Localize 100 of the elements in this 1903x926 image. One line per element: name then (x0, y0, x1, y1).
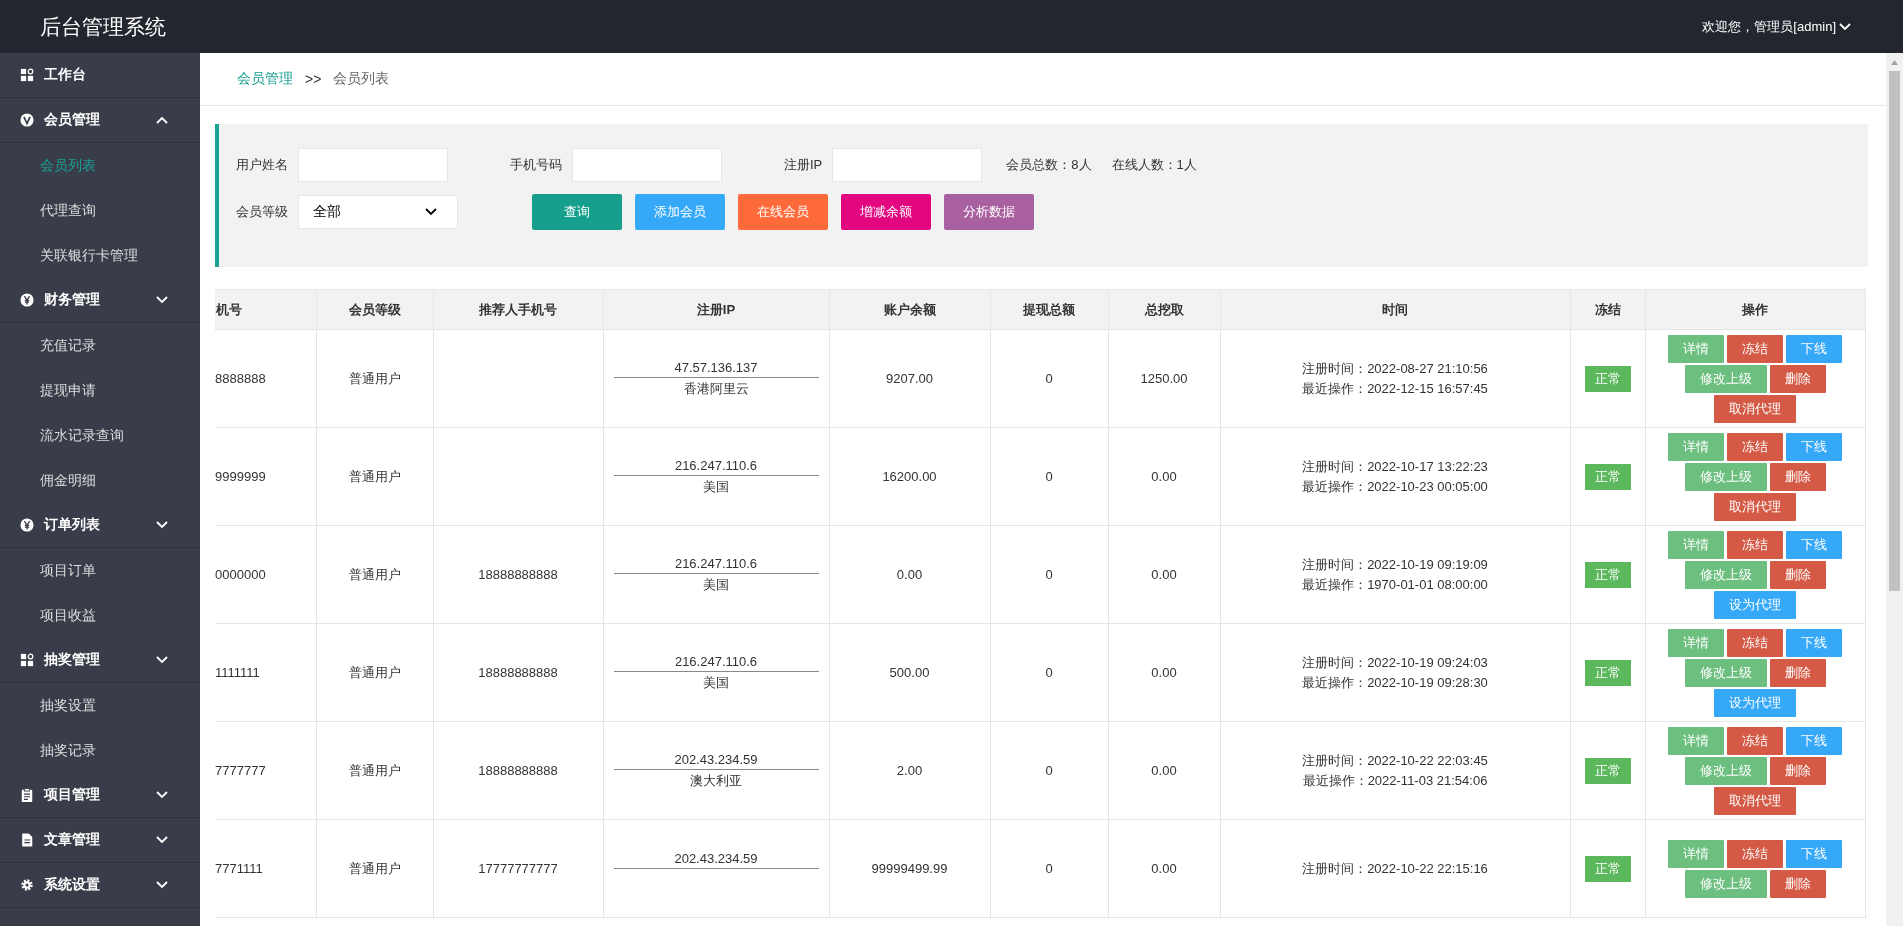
delete-button[interactable]: 删除 (1769, 462, 1826, 491)
offline-button[interactable]: 下线 (1786, 432, 1842, 461)
breadcrumb-item[interactable]: 会员管理 (237, 70, 293, 88)
user-menu[interactable]: 欢迎您，管理员[admin] (1702, 17, 1863, 36)
input-field[interactable] (832, 148, 983, 182)
search-button[interactable]: 查询 (532, 194, 622, 230)
delete-button[interactable]: 删除 (1769, 658, 1826, 687)
time-text: 最近操作：2022-10-23 00:05:00 (1302, 477, 1488, 496)
revoke-button[interactable]: 取消代理 (1714, 492, 1796, 521)
edit-button[interactable]: 修改上级 (1684, 869, 1767, 898)
freeze-button[interactable]: 冻结 (1727, 839, 1783, 868)
delete-button[interactable]: 删除 (1769, 756, 1826, 785)
freeze-button[interactable]: 冻结 (1727, 530, 1783, 559)
edit-button[interactable]: 修改上级 (1684, 756, 1767, 785)
assign-button[interactable]: 设为代理 (1714, 590, 1796, 619)
sidebar-subitem[interactable]: 充值记录 (0, 323, 200, 368)
freeze-button[interactable]: 冻结 (1727, 432, 1783, 461)
column-header: 机号 (215, 289, 316, 330)
detail-button[interactable]: 详情 (1668, 530, 1724, 559)
column-header: 提现总额 (990, 289, 1108, 330)
sidebar-subitem[interactable]: 抽奖记录 (0, 728, 200, 773)
sidebar-subitem[interactable]: 会员列表 (0, 143, 200, 188)
delete-button[interactable]: 删除 (1769, 560, 1826, 589)
edit-button[interactable]: 修改上级 (1684, 560, 1767, 589)
table-cell: 16200.00 (829, 427, 990, 526)
analyze-button[interactable]: 分析数据 (944, 194, 1034, 230)
detail-button[interactable]: 详情 (1668, 432, 1724, 461)
input-field[interactable] (298, 148, 448, 182)
status-badge: 正常 (1584, 365, 1631, 392)
time-text: 注册时间：2022-10-19 09:19:09 (1302, 555, 1488, 574)
offline-button[interactable]: 下线 (1786, 530, 1842, 559)
ip-text: 216.247.110.6 (613, 457, 819, 476)
ip-text: 47.57.136.137 (613, 359, 819, 378)
balance-button[interactable]: 增减余额 (841, 194, 931, 230)
input-field[interactable] (572, 148, 722, 182)
location-text: 香港阿里云 (683, 379, 749, 398)
field-label: 注册IP (784, 156, 823, 174)
add-button[interactable]: 添加会员 (635, 194, 725, 230)
table-cell: 9999999 (215, 427, 316, 526)
time-text: 注册时间：2022-10-17 13:22:23 (1302, 457, 1488, 476)
revoke-button[interactable]: 取消代理 (1714, 394, 1796, 423)
status-badge: 正常 (1584, 659, 1631, 686)
grid-icon (20, 653, 34, 667)
edit-button[interactable]: 修改上级 (1684, 462, 1767, 491)
status-badge: 正常 (1584, 757, 1631, 784)
ip-text: 202.43.234.59 (613, 751, 819, 770)
offline-button[interactable]: 下线 (1786, 628, 1842, 657)
sidebar-subitem[interactable]: 项目收益 (0, 593, 200, 638)
column-header: 推荐人手机号 (433, 289, 603, 330)
table-cell: 普通用户 (316, 329, 433, 428)
delete-button[interactable]: 删除 (1769, 869, 1826, 898)
breadcrumb-separator: >> (305, 71, 322, 87)
table-cell: 0 (990, 525, 1108, 624)
status-badge: 正常 (1584, 463, 1631, 490)
chevron-icon (156, 881, 168, 889)
freeze-button[interactable]: 冻结 (1727, 628, 1783, 657)
chevron-icon (156, 296, 168, 304)
edit-button[interactable]: 修改上级 (1684, 658, 1767, 687)
sidebar-subitem[interactable]: 项目订单 (0, 548, 200, 593)
offline-button[interactable]: 下线 (1786, 839, 1842, 868)
clipboard-icon (20, 788, 34, 802)
table-cell: 0.00 (1108, 623, 1220, 722)
sidebar-subitem[interactable]: 佣金明细 (0, 458, 200, 503)
table-cell: 0 (990, 721, 1108, 820)
freeze-button[interactable]: 冻结 (1727, 334, 1783, 363)
level-select[interactable]: 全部 (298, 195, 458, 229)
sidebar-subitem[interactable]: 关联银行卡管理 (0, 233, 200, 278)
detail-button[interactable]: 详情 (1668, 726, 1724, 755)
table-cell: 7771111 (215, 819, 316, 918)
offline-button[interactable]: 下线 (1786, 726, 1842, 755)
chevron-icon (156, 791, 168, 799)
table-cell: 0.00 (1108, 427, 1220, 526)
table-cell: 9207.00 (829, 329, 990, 428)
edit-button[interactable]: 修改上级 (1684, 364, 1767, 393)
table-cell: 18888888888 (433, 623, 603, 722)
freeze-button[interactable]: 冻结 (1727, 726, 1783, 755)
detail-button[interactable]: 详情 (1668, 334, 1724, 363)
revoke-button[interactable]: 取消代理 (1714, 786, 1796, 815)
detail-button[interactable]: 详情 (1668, 839, 1724, 868)
chevron-icon (156, 521, 168, 529)
offline-button[interactable]: 下线 (1786, 334, 1842, 363)
location-text: 美国 (703, 673, 729, 692)
sidebar-subitem[interactable]: 流水记录查询 (0, 413, 200, 458)
status-badge: 正常 (1584, 855, 1631, 882)
delete-button[interactable]: 删除 (1769, 364, 1826, 393)
sidebar-subitem[interactable]: 代理查询 (0, 188, 200, 233)
time-text: 最近操作：2022-11-03 21:54:06 (1302, 771, 1488, 790)
breadcrumb-item: 会员列表 (333, 70, 390, 88)
time-text: 注册时间：2022-08-27 21:10:56 (1302, 359, 1488, 378)
stat-text: 会员总数：8人 (1006, 156, 1092, 174)
chevron-icon (156, 116, 168, 124)
online-button[interactable]: 在线会员 (738, 194, 828, 230)
table-cell: 17777777777 (433, 819, 603, 918)
app-title: 后台管理系统 (40, 13, 166, 40)
assign-button[interactable]: 设为代理 (1714, 688, 1796, 717)
table-cell: 0 (990, 427, 1108, 526)
sidebar-subitem[interactable]: 提现申请 (0, 368, 200, 413)
column-header: 账户余额 (829, 289, 990, 330)
sidebar-subitem[interactable]: 抽奖设置 (0, 683, 200, 728)
detail-button[interactable]: 详情 (1668, 628, 1724, 657)
